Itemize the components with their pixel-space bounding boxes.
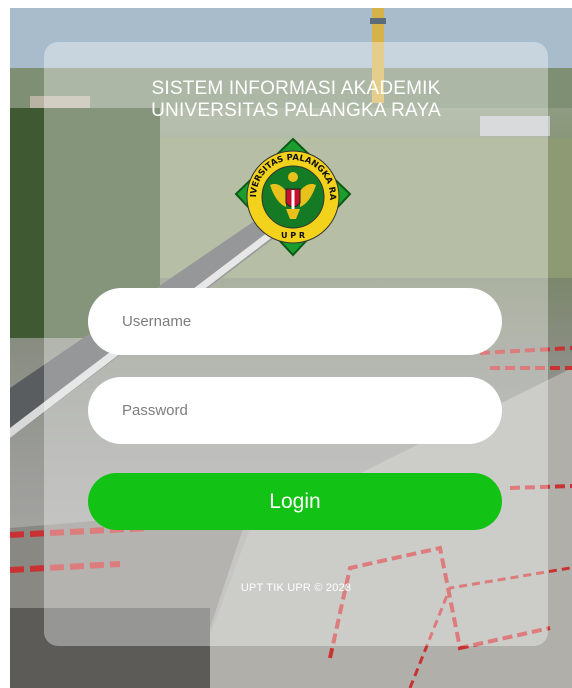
login-card: SISTEM INFORMASI AKADEMIK UNIVERSITAS PA… bbox=[44, 42, 548, 646]
footer-copyright: UPT TIK UPR © 2023 bbox=[240, 582, 352, 594]
title-line-1: SISTEM INFORMASI AKADEMIK bbox=[151, 78, 441, 99]
login-button[interactable]: Login bbox=[88, 473, 502, 530]
username-input[interactable] bbox=[88, 288, 502, 355]
university-logo-icon: UNIVERSITAS PALANGKA RAYA U P R bbox=[234, 137, 352, 257]
page-title: SISTEM INFORMASI AKADEMIK UNIVERSITAS PA… bbox=[44, 78, 548, 122]
password-input[interactable] bbox=[88, 377, 502, 444]
title-line-2: UNIVERSITAS PALANGKA RAYA bbox=[151, 100, 441, 121]
logo-bottom-text: U P R bbox=[281, 231, 305, 240]
